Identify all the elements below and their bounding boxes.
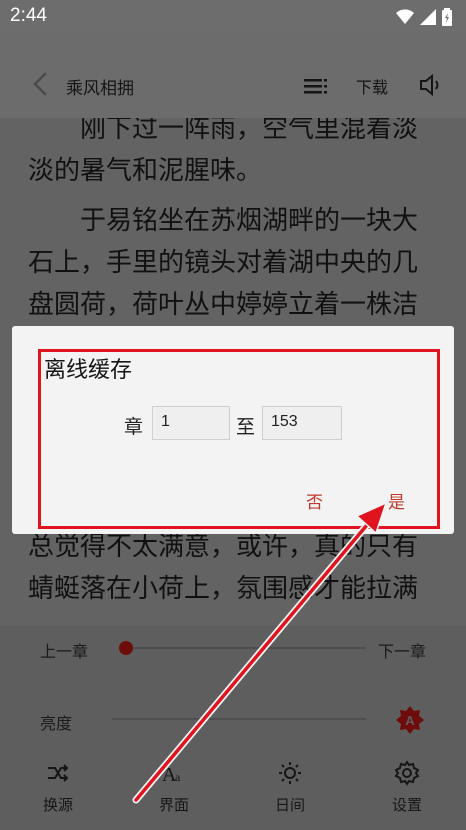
prev-chapter-button[interactable]: 上一章	[40, 638, 88, 662]
reader-controls: 上一章 下一章 亮度 A 换源 A a 界面 日间 设置	[0, 626, 466, 830]
status-icons	[396, 8, 452, 26]
battery-icon	[442, 8, 452, 26]
cell-signal-icon	[420, 9, 436, 25]
status-bar: 2:44	[0, 0, 466, 34]
text-paragraph: 总觉得不太满意，或许，真的只有蜻蜓落在小荷上，氛围感才能拉满	[28, 532, 419, 604]
reader-top-bar: 乘风相拥 下载	[0, 34, 466, 118]
next-chapter-button[interactable]: 下一章	[378, 638, 426, 662]
nav-settings[interactable]: 设置	[367, 760, 447, 815]
auto-brightness-icon[interactable]: A	[396, 706, 424, 734]
nav-label: 设置	[391, 796, 422, 814]
auto-brightness-letter: A	[405, 713, 415, 728]
shuffle-icon	[48, 764, 69, 782]
sun-icon	[279, 762, 301, 784]
gear-icon	[394, 760, 420, 786]
brightness-slider[interactable]	[112, 718, 366, 720]
bottom-nav: 换源 A a 界面 日间 设置	[0, 760, 466, 830]
nav-change-source[interactable]: 换源	[18, 760, 98, 815]
chapter-progress-track[interactable]	[126, 647, 366, 649]
chapter-progress-thumb[interactable]	[119, 641, 133, 655]
nav-interface[interactable]: A a 界面	[134, 760, 214, 815]
font-size-icon: A a	[162, 764, 181, 786]
svg-text:a: a	[175, 770, 181, 784]
status-time: 2:44	[10, 5, 47, 26]
download-button[interactable]: 下载	[356, 74, 388, 98]
nav-day-mode[interactable]: 日间	[250, 760, 330, 815]
speaker-icon[interactable]	[418, 72, 444, 98]
nav-label: 界面	[158, 796, 189, 814]
chapter-list-icon[interactable]	[304, 76, 328, 96]
nav-label: 换源	[42, 796, 73, 814]
text-paragraph: 刚下过一阵雨，空气里混着淡淡的暑气和泥腥味。	[28, 118, 419, 186]
wifi-icon	[396, 9, 414, 24]
nav-label: 日间	[274, 796, 305, 814]
book-title: 乘风相拥	[66, 79, 134, 99]
back-arrow-icon[interactable]	[30, 70, 52, 98]
annotation-highlight-box	[38, 349, 440, 529]
brightness-label: 亮度	[40, 714, 73, 733]
